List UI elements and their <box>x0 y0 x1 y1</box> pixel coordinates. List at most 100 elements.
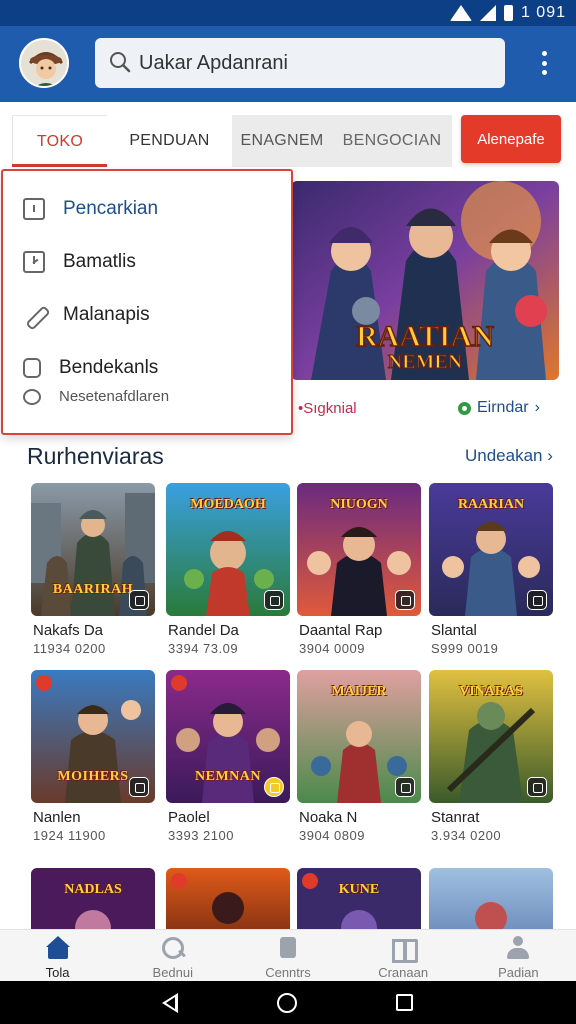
user-avatar[interactable] <box>19 38 69 88</box>
cta-button[interactable]: Alenepafe <box>461 115 561 163</box>
clock-icon <box>23 251 45 273</box>
menu-item-bendekanls[interactable]: Bendekanls <box>23 357 158 379</box>
section-link-label: Undeakan <box>465 446 543 465</box>
menu-item-pencarkian[interactable]: Pencarkian <box>23 198 158 220</box>
bookmark-icon[interactable] <box>527 777 547 797</box>
app-art-title: NADLAS <box>64 882 122 897</box>
home-icon <box>45 936 71 960</box>
nav-label: Cenntrs <box>265 965 311 980</box>
badge-icon <box>171 675 187 691</box>
app-thumbnail: BAARIRAH <box>31 483 155 616</box>
search-input[interactable]: Uakar Apdanrani <box>139 52 288 75</box>
nav-item-cenntrs[interactable]: Cenntrs <box>230 930 345 981</box>
app-title: Daantal Rap <box>299 622 383 639</box>
app-meta: 3393 2100 <box>168 828 234 843</box>
tab-penduan[interactable]: PENDUAN <box>107 115 232 167</box>
bookmark-icon[interactable] <box>527 590 547 610</box>
section-title: Rurhenviaras <box>27 443 164 469</box>
section-see-all-link[interactable]: Undeakan › <box>465 446 553 466</box>
app-meta: 3904 0809 <box>299 828 365 843</box>
system-nav-bar <box>0 981 576 1024</box>
dropdown-menu: Pencarkian Bamatlis Malanapis Bendekanls… <box>1 169 293 435</box>
recents-icon[interactable] <box>396 994 413 1011</box>
nav-item-tola[interactable]: Tola <box>0 930 115 981</box>
signal-icon <box>479 5 496 21</box>
menu-item-label: Bamatlis <box>63 251 136 272</box>
banner-location-link[interactable]: Eirndar › <box>458 399 540 417</box>
app-thumbnail: NIUOGN <box>297 483 421 616</box>
battery-icon <box>503 5 513 21</box>
app-title: Slantal <box>431 622 477 639</box>
nav-label: Tola <box>45 965 70 980</box>
app-thumbnail: KUNE <box>297 868 421 929</box>
status-bar: 1 091 <box>0 0 576 26</box>
featured-banner[interactable]: RAATIAN NEMEN <box>291 181 559 380</box>
app-art-title: MOEDAOH <box>190 497 266 512</box>
app-screen: 1 091 Uakar Apdanrani TOKO PENDUAN ENAGN… <box>0 0 576 1024</box>
app-title: Nanlen <box>33 809 81 826</box>
nav-label: Bednui <box>152 965 194 980</box>
menu-item-nesetenafdlaren[interactable]: Nesetenafdlaren <box>23 388 169 405</box>
tab-toko[interactable]: TOKO <box>12 115 107 167</box>
square-icon <box>23 198 45 220</box>
grid-icon <box>390 936 419 963</box>
menu-item-label: Malanapis <box>63 304 150 325</box>
banner-title-line1: RAATIAN <box>356 320 494 353</box>
menu-item-bamatlis[interactable]: Bamatlis <box>23 251 136 273</box>
menu-item-malanapis[interactable]: Malanapis <box>23 304 150 326</box>
tab-enagnem[interactable]: ENAGNEM <box>232 115 332 167</box>
coin-icon[interactable] <box>264 777 284 797</box>
app-art-title: MAIJER <box>331 684 387 699</box>
app-thumbnail <box>166 868 290 929</box>
document-icon <box>275 936 301 960</box>
bookmark-icon[interactable] <box>129 777 149 797</box>
bookmark-icon[interactable] <box>264 590 284 610</box>
chevron-right-icon: › <box>534 399 540 416</box>
app-title: Nakafs Da <box>33 622 104 639</box>
menu-item-label: Bendekanls <box>59 357 159 378</box>
app-art-title: VINARAS <box>459 684 523 699</box>
nav-item-bednui[interactable]: Bednui <box>115 930 230 981</box>
app-art-title: NIUOGN <box>330 497 388 512</box>
tab-active-indicator <box>12 164 107 167</box>
location-pin-icon <box>458 401 471 415</box>
app-meta: 11934 0200 <box>33 641 106 656</box>
app-art-title: RAARIAN <box>457 497 525 512</box>
tab-bengocian[interactable]: BENGOCIAN <box>332 115 452 167</box>
box-icon <box>23 358 41 378</box>
badge-icon <box>302 873 318 889</box>
banner-title-line2: NEMEN <box>388 351 463 373</box>
banner-caption: •Sıgknial <box>298 400 357 417</box>
menu-item-label: Pencarkian <box>63 198 159 219</box>
app-thumbnail: MOIHERS <box>31 670 155 803</box>
bookmark-icon[interactable] <box>395 590 415 610</box>
bookmark-icon[interactable] <box>395 777 415 797</box>
app-meta: 3904 0009 <box>299 641 365 656</box>
app-thumbnail: VINARAS <box>429 670 553 803</box>
search-icon <box>160 936 186 960</box>
app-thumbnail: MOEDAOH <box>166 483 290 616</box>
app-title: Randel Da <box>168 622 239 639</box>
app-meta: S999 0019 <box>431 641 499 656</box>
nav-label: Cranaan <box>378 965 429 980</box>
person-icon <box>505 936 531 960</box>
home-button-icon[interactable] <box>277 993 297 1013</box>
app-bar: Uakar Apdanrani <box>0 26 576 102</box>
bookmark-icon[interactable] <box>129 590 149 610</box>
nav-item-cranaan[interactable]: Cranaan <box>346 930 461 981</box>
search-bar[interactable]: Uakar Apdanrani <box>95 38 505 88</box>
bottom-navigation: Tola Bednui Cenntrs Cranaan Padian <box>0 929 576 981</box>
app-thumbnail <box>429 868 553 929</box>
more-vert-icon[interactable] <box>536 48 552 78</box>
pen-icon <box>23 304 45 326</box>
badge-icon <box>171 873 187 889</box>
app-grid: BAARIRAH Nakafs Da 11934 0200 MOEDAOH Ra… <box>0 481 576 929</box>
back-icon[interactable] <box>162 993 178 1013</box>
nav-item-padian[interactable]: Padian <box>461 930 576 981</box>
app-thumbnail: RAARIAN <box>429 483 553 616</box>
app-title: Noaka N <box>299 809 358 826</box>
app-title: Paolel <box>168 809 210 826</box>
menu-item-label: Nesetenafdlaren <box>59 388 170 405</box>
app-thumbnail: MAIJER <box>297 670 421 803</box>
search-icon <box>110 52 131 73</box>
